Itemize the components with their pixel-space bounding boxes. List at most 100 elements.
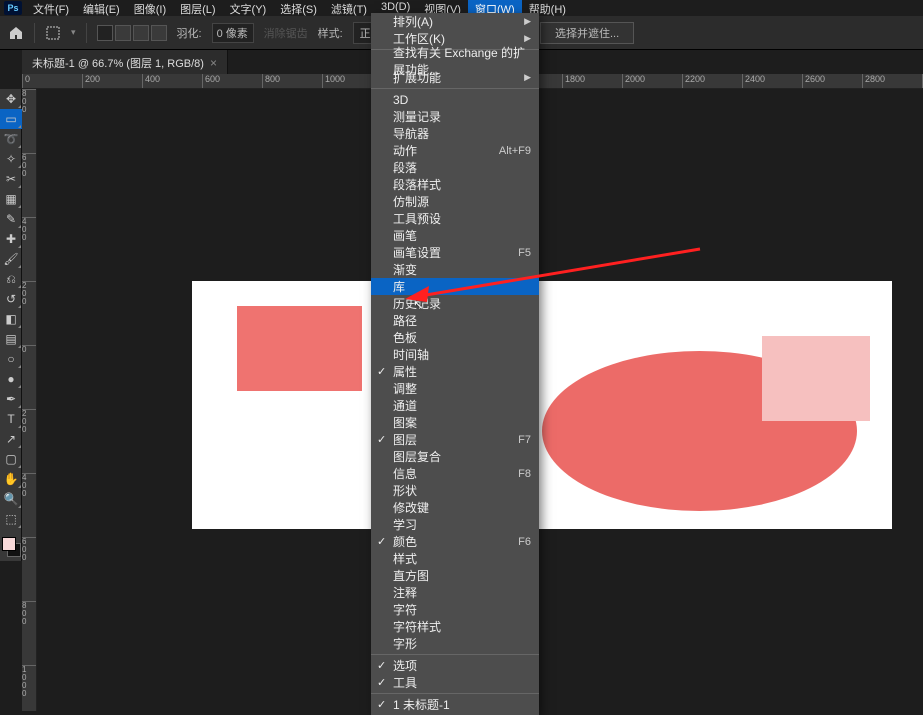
menu-item-label: 信息	[393, 465, 417, 482]
toolbox: ✥▭➰✧✂▦✎✚🖌⎌↺◧▤○●✒T↗▢✋🔍⬚	[0, 89, 22, 561]
menu-item[interactable]: ✓颜色F6	[371, 533, 539, 550]
menu-item-label: 动作	[393, 142, 417, 159]
tool-rect[interactable]: ▢	[0, 449, 22, 469]
menu-item[interactable]: 字符	[371, 601, 539, 618]
menu-item[interactable]: 样式	[371, 550, 539, 567]
menu-item[interactable]: ✓1 未标题-1	[371, 696, 539, 713]
menu-item[interactable]: 画笔设置F5	[371, 244, 539, 261]
document-tab[interactable]: 未标题-1 @ 66.7% (图层 1, RGB/8) ×	[22, 50, 228, 76]
menu-item[interactable]: 画笔	[371, 227, 539, 244]
check-icon: ✓	[377, 659, 386, 672]
select-and-mask-button[interactable]: 选择并遮住...	[540, 22, 634, 44]
menu-filter[interactable]: 滤镜(T)	[324, 0, 374, 16]
menu-item[interactable]: 扩展功能▶	[371, 69, 539, 86]
tool-stamp[interactable]: ⎌	[0, 269, 22, 289]
menu-item-label: 测量记录	[393, 108, 441, 125]
menu-item[interactable]: 注释	[371, 584, 539, 601]
menu-item[interactable]: 查找有关 Exchange 的扩展功能...	[371, 52, 539, 69]
menu-item[interactable]: 段落样式	[371, 176, 539, 193]
tool-history[interactable]: ↺	[0, 289, 22, 309]
menu-item[interactable]: 动作Alt+F9	[371, 142, 539, 159]
menu-item[interactable]: 信息F8	[371, 465, 539, 482]
menu-item[interactable]: 工具预设	[371, 210, 539, 227]
menu-item[interactable]: 图层复合	[371, 448, 539, 465]
menu-item-label: 注释	[393, 584, 417, 601]
ruler-tick: 1000	[322, 74, 345, 89]
tool-edit3d[interactable]: ⬚	[0, 509, 22, 529]
menu-item[interactable]: 图案	[371, 414, 539, 431]
tool-path[interactable]: ↗	[0, 429, 22, 449]
ruler-tick: 0	[22, 345, 37, 354]
tool-eyedropper[interactable]: ✎	[0, 209, 22, 229]
menu-item[interactable]: 字形	[371, 635, 539, 652]
menu-select[interactable]: 选择(S)	[273, 0, 324, 16]
tool-pen[interactable]: ✒	[0, 389, 22, 409]
shape-rectangle-red[interactable]	[237, 306, 362, 391]
menu-item[interactable]: 路径	[371, 312, 539, 329]
tool-marquee[interactable]: ▭	[0, 109, 22, 129]
selection-add[interactable]	[115, 25, 131, 41]
menu-item[interactable]: 色板	[371, 329, 539, 346]
tool-heal[interactable]: ✚	[0, 229, 22, 249]
menu-item[interactable]: 直方图	[371, 567, 539, 584]
fg-color-swatch[interactable]	[2, 537, 16, 551]
menu-item[interactable]: 字符样式	[371, 618, 539, 635]
ruler-tick: 600	[22, 537, 37, 562]
menu-item[interactable]: 形状	[371, 482, 539, 499]
selection-intersect[interactable]	[151, 25, 167, 41]
menu-item[interactable]: 3D	[371, 91, 539, 108]
chevron-down-icon[interactable]: ▾	[71, 27, 76, 38]
menu-item-label: 样式	[393, 550, 417, 567]
menu-item[interactable]: ✓选项	[371, 657, 539, 674]
selection-subtract[interactable]	[133, 25, 149, 41]
menu-layer[interactable]: 图层(L)	[173, 0, 222, 16]
menu-edit[interactable]: 编辑(E)	[76, 0, 127, 16]
menu-image[interactable]: 图像(I)	[127, 0, 173, 16]
ruler-tick: 200	[22, 409, 37, 434]
tool-brush[interactable]: 🖌	[0, 249, 22, 269]
close-icon[interactable]: ×	[210, 56, 217, 70]
tool-eraser[interactable]: ◧	[0, 309, 22, 329]
submenu-arrow-icon: ▶	[524, 33, 531, 44]
tool-wand[interactable]: ✧	[0, 149, 22, 169]
artboard[interactable]	[192, 281, 892, 529]
home-icon[interactable]	[8, 25, 24, 41]
menu-item[interactable]: 测量记录	[371, 108, 539, 125]
menu-item[interactable]: 导航器	[371, 125, 539, 142]
menu-file[interactable]: 文件(F)	[26, 0, 76, 16]
tool-hand[interactable]: ✋	[0, 469, 22, 489]
menu-item-label: 画笔设置	[393, 244, 441, 261]
tool-type[interactable]: T	[0, 409, 22, 429]
menu-item[interactable]: 调整	[371, 380, 539, 397]
menu-item[interactable]: 通道	[371, 397, 539, 414]
menu-item-label: 段落样式	[393, 176, 441, 193]
tool-crop[interactable]: ✂	[0, 169, 22, 189]
menu-item[interactable]: 历史记录	[371, 295, 539, 312]
tool-gradient[interactable]: ▤	[0, 329, 22, 349]
menu-item[interactable]: 学习	[371, 516, 539, 533]
feather-input[interactable]: 0 像素	[212, 23, 254, 43]
tool-move[interactable]: ✥	[0, 89, 22, 109]
menu-item[interactable]: ✓图层F7	[371, 431, 539, 448]
menu-item[interactable]: ✓属性	[371, 363, 539, 380]
menu-item[interactable]: 渐变	[371, 261, 539, 278]
menu-item[interactable]: 排列(A)▶	[371, 13, 539, 30]
color-swatches[interactable]	[0, 535, 22, 561]
menu-item[interactable]: ✓工具	[371, 674, 539, 691]
menu-item[interactable]: 段落	[371, 159, 539, 176]
menu-item[interactable]: 库	[371, 278, 539, 295]
shape-rectangle-pink[interactable]	[762, 336, 870, 421]
tool-lasso[interactable]: ➰	[0, 129, 22, 149]
menu-item[interactable]: 时间轴	[371, 346, 539, 363]
menu-type[interactable]: 文字(Y)	[223, 0, 274, 16]
marquee-tool-icon	[45, 25, 61, 41]
menu-item-label: 排列(A)	[393, 13, 433, 30]
selection-new[interactable]	[97, 25, 113, 41]
tool-dodge[interactable]: ●	[0, 369, 22, 389]
tool-zoom[interactable]: 🔍	[0, 489, 22, 509]
tool-frame[interactable]: ▦	[0, 189, 22, 209]
menu-item[interactable]: 仿制源	[371, 193, 539, 210]
tool-blur[interactable]: ○	[0, 349, 22, 369]
menu-shortcut: F7	[518, 434, 531, 446]
menu-item[interactable]: 修改键	[371, 499, 539, 516]
